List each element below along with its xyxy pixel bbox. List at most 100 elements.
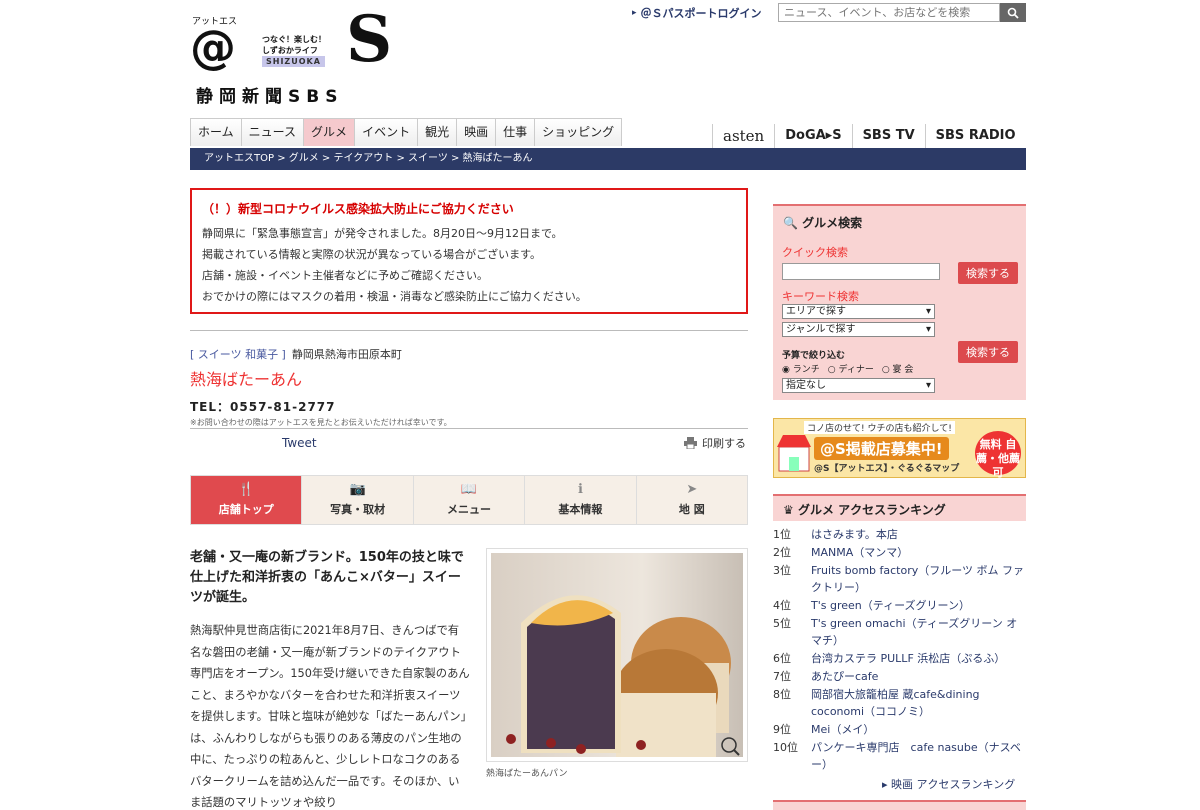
rank-name[interactable]: 台湾カステラ PULLF 浜松店（ぷるふ） [811,650,1026,667]
rank-name[interactable]: はさみます。本店 [811,526,1026,543]
ranking-item[interactable]: 6位 台湾カステラ PULLF 浜松店（ぷるふ） [773,650,1026,667]
genre-select[interactable]: ジャンルで探す [782,322,935,337]
nav-news[interactable]: ニュース [242,119,305,146]
ranking-item[interactable]: 10位 パンケーキ専門店 cafe nasube（ナスベー） [773,739,1026,773]
logo-subtitle: 静岡新聞SBS [196,87,344,107]
tab-menu[interactable]: 📖 メニュー [414,476,526,524]
banner-free-badge: 無料 自薦・他薦可 [975,431,1021,479]
nav-shopping[interactable]: ショッピング [535,119,621,146]
book-icon: 📖 [460,482,478,497]
sidebar-next-panel [773,800,1026,810]
printer-icon [684,437,697,449]
media-asten[interactable]: asten [712,124,774,148]
media-sbs-radio[interactable]: SBS RADIO [924,124,1026,148]
rank-no: 5位 [773,617,791,630]
quick-search-input[interactable] [782,263,940,280]
tab-map[interactable]: ➤ 地 図 [637,476,747,524]
shop-address: 静岡県熱海市田原本町 [291,348,402,361]
camera-icon: 📷 [349,482,366,497]
breadcrumb[interactable]: アットエスTOP > グルメ > テイクアウト > スイーツ > 熱海ばたーあん [190,148,1026,170]
share-bar [190,428,748,458]
radio-party-label: 宴 会 [892,365,914,375]
keyword-search-button[interactable]: 検索する [958,341,1018,363]
nav-movie[interactable]: 映画 [457,119,497,146]
nav-gourmet[interactable]: グルメ [304,119,356,146]
radio-lunch[interactable]: ◉ ランチ [782,362,820,375]
notice-line: 静岡県に「緊急事態宣言」が発令されました。8月20日〜9月12日まで。 [202,227,563,240]
quick-search-label: クイック検索 [782,246,848,259]
search-icon [1007,7,1019,19]
passport-login-label: ＠Ｓパスポートログイン [640,7,762,20]
shop-header: [ スイーツ 和菓子 ] 静岡県熱海市田原本町 熱海ばたーあん TEL：0557-… [190,330,748,428]
quick-search-button[interactable]: 検索する [958,262,1018,284]
area-select[interactable]: エリアで探す [782,304,935,319]
utensils-icon: 🍴 [238,482,255,497]
radio-party[interactable]: ○ 宴 会 [882,362,914,375]
rank-no: 1位 [773,528,791,541]
ranking-item[interactable]: 3位 Fruits bomb factory（フルーツ ボム ファクトリー） [773,562,1026,596]
tab-basic-info[interactable]: ℹ 基本情報 [525,476,637,524]
ranking-item[interactable]: 2位 MANMA（マンマ） [773,544,1026,561]
ranking-item[interactable]: 8位 岡部宿大旅籠柏屋 蔵cafe&dining coconomi（ココノミ） [773,686,1026,720]
arrow-right-icon: ▸ [632,8,637,18]
tweet-button[interactable]: Tweet [282,436,317,450]
media-dogas[interactable]: DoGA▸S [774,124,851,148]
notice-line: おでかけの際にはマスクの着用・検温・消毒など感染防止にご協力ください。 [202,290,587,303]
covid-notice: （！）新型コロナウイルス感染拡大防止にご協力ください 静岡県に「緊急事態宣言」が… [190,188,748,314]
gourmet-search-title: 🔍 グルメ検索 [783,214,862,231]
rank-name[interactable]: T's green（ティーズグリーン） [811,597,1026,614]
rank-name[interactable]: Mei（メイ） [811,721,1026,738]
logo-shizuoka: SHIZUOKA [262,56,325,67]
radio-dinner[interactable]: ○ ディナー [828,362,874,375]
compass-icon: ➤ [686,482,698,497]
nav-event[interactable]: イベント [355,119,419,146]
logo-at-mark: @ [190,20,236,74]
photo-caption: 熱海ばたーあんパン [486,769,568,779]
shop-photo[interactable] [486,548,748,762]
tab-photos[interactable]: 📷 写真・取材 [302,476,414,524]
nav-job[interactable]: 仕事 [496,119,536,146]
ranking-list: 1位 はさみます。本店 2位 MANMA（マンマ） 3位 Fruits bomb fa… [773,526,1026,774]
rank-name[interactable]: T's green omachi（ティーズグリーン オマチ） [811,615,1026,649]
banner-line2: @S掲載店募集中! [814,437,949,460]
banner-line3: @S【アットエス】・ぐるぐるマップ [814,464,960,474]
site-logo[interactable]: アットエス @ つなぐ！楽しむ！しずおかライフ SHIZUOKA S 静岡新聞S… [190,8,392,108]
gourmet-search-panel: 🔍 グルメ検索 クイック検索 検索する キーワード検索 エリアで探す ジャンルで… [773,204,1026,400]
ranking-item[interactable]: 5位 T's green omachi（ティーズグリーン オマチ） [773,615,1026,649]
print-button[interactable]: 印刷する [684,435,746,451]
anpan-image [491,553,743,757]
ranking-item[interactable]: 9位 Mei（メイ） [773,721,1026,738]
rank-name[interactable]: MANMA（マンマ） [811,544,1026,561]
budget-select[interactable]: 指定なし [782,378,935,393]
notice-title: （！）新型コロナウイルス感染拡大防止にご協力ください [202,202,514,216]
ranking-item[interactable]: 7位 あたぴーcafe [773,668,1026,685]
passport-login-link[interactable]: ▸ ＠Ｓパスポートログイン [632,4,762,22]
movie-ranking-link[interactable]: ▸ 映画 アクセスランキング [882,776,1015,792]
search-button[interactable] [1000,3,1026,22]
ranking-item[interactable]: 4位 T's green（ティーズグリーン） [773,597,1026,614]
article-body: 熱海駅仲見世商店街に2021年8月7日、きんつばで有名な磐田の老舗・又一庵が新ブ… [190,624,470,809]
tab-shop-top[interactable]: 🍴 店舗トップ [191,476,303,524]
search-input[interactable] [778,3,1000,22]
nav-sightseeing[interactable]: 観光 [418,119,458,146]
rank-name[interactable]: パンケーキ専門店 cafe nasube（ナスベー） [811,739,1026,773]
shop-category[interactable]: [ スイーツ 和菓子 ] [190,348,286,361]
anpan-illustration [506,595,740,757]
nav-home[interactable]: ホーム [191,119,242,146]
shop-note: ※お問い合わせの際はアットエスを見たとお伝えいただければ幸いです。 [190,418,452,427]
rank-name[interactable]: Fruits bomb factory（フルーツ ボム ファクトリー） [811,562,1026,596]
shop-tel: TEL：0557-81-2777 [190,400,336,414]
media-links: asten DoGA▸S SBS TV SBS RADIO [712,124,1026,148]
rank-no: 3位 [773,564,791,577]
tab-label: 基本情報 [558,503,603,516]
shop-recruit-banner[interactable]: コノ店のせて! ウチの店も紹介して! @S掲載店募集中! @S【アットエス】・ぐ… [773,418,1026,479]
tab-label: 店舗トップ [218,503,274,516]
rank-name[interactable]: 岡部宿大旅籠柏屋 蔵cafe&dining coconomi（ココノミ） [811,686,1026,720]
budget-label: 予算で絞り込む [782,351,846,361]
rank-no: 10位 [773,741,798,754]
rank-no: 2位 [773,546,791,559]
rank-name[interactable]: あたぴーcafe [811,668,1026,685]
ranking-item[interactable]: 1位 はさみます。本店 [773,526,1026,543]
shop-icon [777,435,811,472]
media-sbs-tv[interactable]: SBS TV [851,124,925,148]
